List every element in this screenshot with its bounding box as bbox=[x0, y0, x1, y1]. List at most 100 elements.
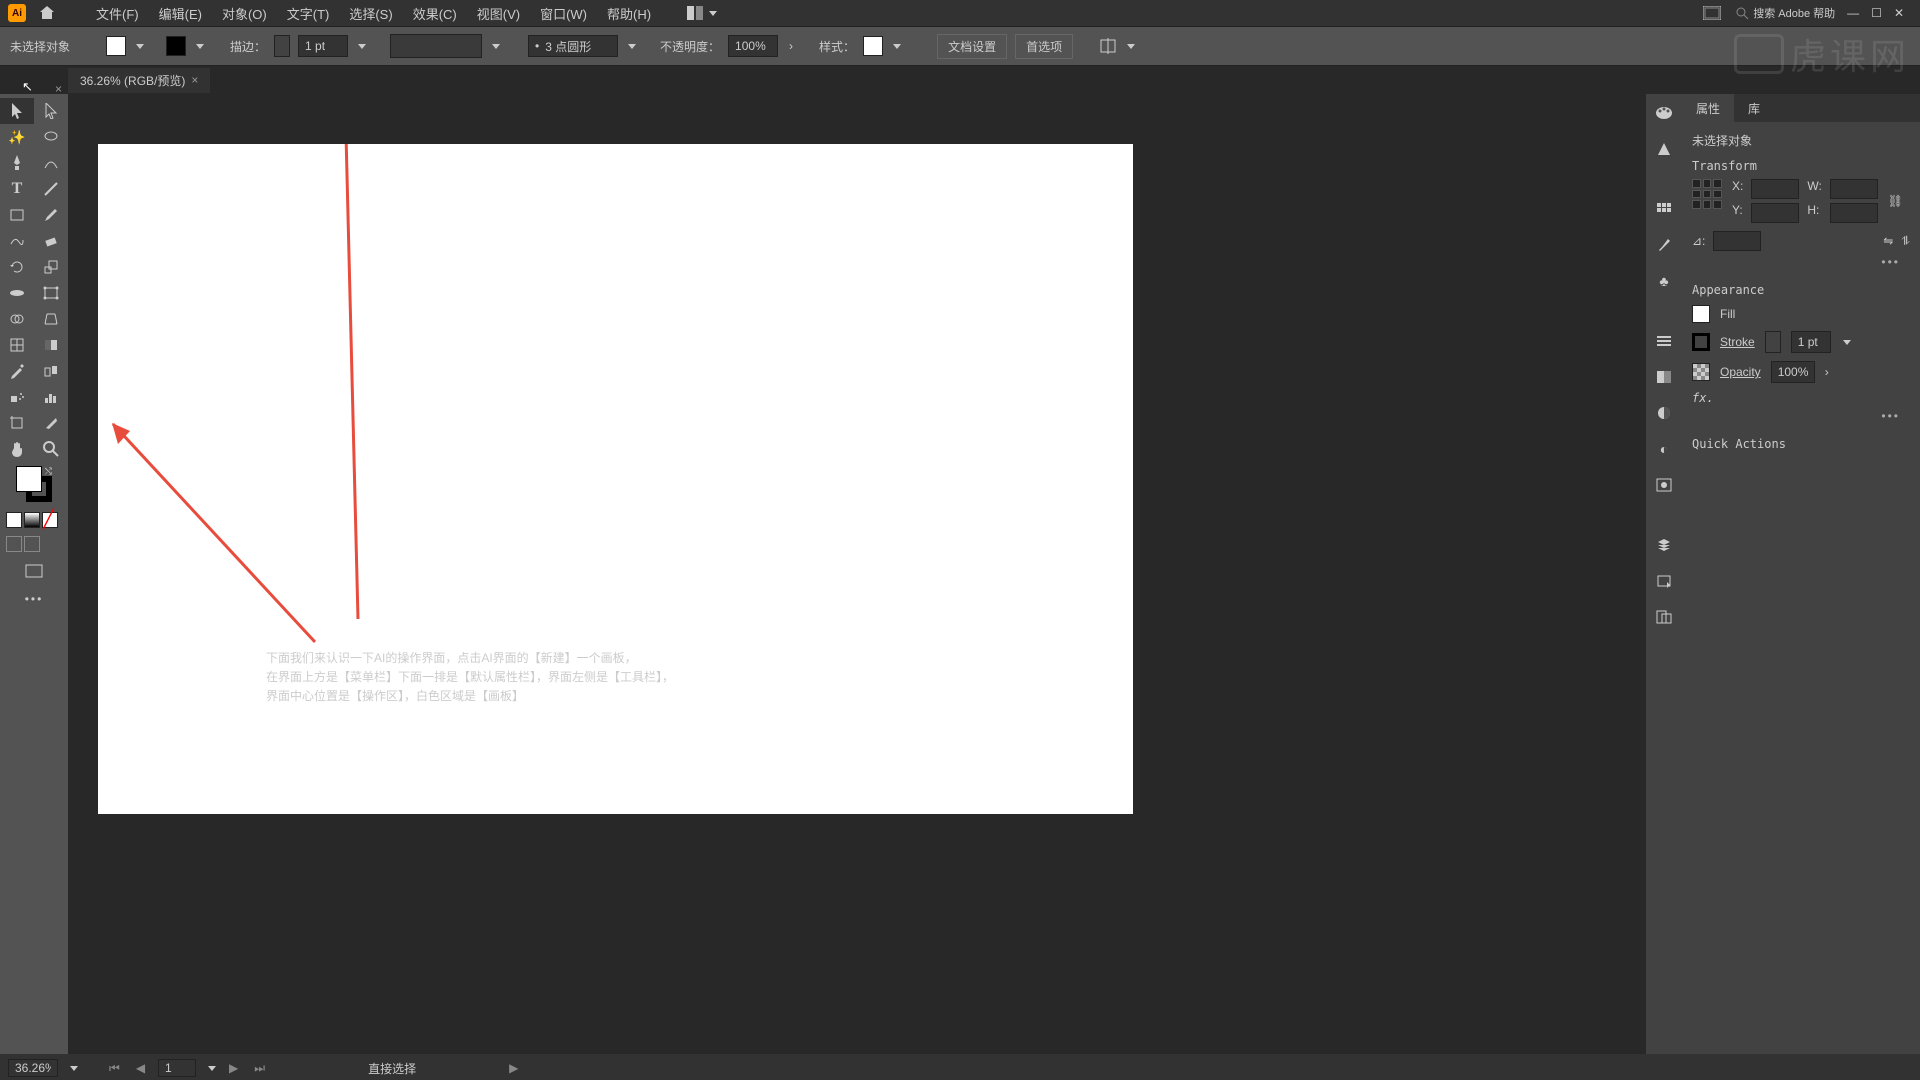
home-icon[interactable] bbox=[38, 4, 56, 22]
h-input[interactable] bbox=[1830, 203, 1878, 223]
gradient-tool[interactable] bbox=[34, 332, 68, 358]
tab-properties[interactable]: 属性 bbox=[1682, 94, 1734, 123]
reference-point[interactable] bbox=[1692, 179, 1722, 209]
close-icon[interactable]: ✕ bbox=[1894, 6, 1904, 20]
artboard-num-input[interactable] bbox=[158, 1059, 196, 1077]
menu-view[interactable]: 视图(V) bbox=[469, 0, 528, 27]
fill-stroke-selector[interactable]: ⤭ bbox=[16, 466, 52, 502]
opacity-input[interactable] bbox=[1771, 361, 1815, 383]
rotate-tool[interactable] bbox=[0, 254, 34, 280]
lasso-tool[interactable] bbox=[34, 124, 68, 150]
align-icon[interactable] bbox=[1099, 38, 1117, 54]
width-tool[interactable] bbox=[0, 280, 34, 306]
color-mode-icon[interactable] bbox=[6, 512, 22, 528]
zoom-input[interactable] bbox=[8, 1059, 58, 1077]
eyedropper-tool[interactable] bbox=[0, 358, 34, 384]
chevron-right-icon[interactable]: › bbox=[789, 39, 793, 53]
chevron-down-icon[interactable] bbox=[1843, 340, 1851, 345]
menu-edit[interactable]: 编辑(E) bbox=[151, 0, 210, 27]
chevron-right-icon[interactable]: › bbox=[1825, 365, 1829, 379]
tab-close-icon[interactable]: × bbox=[55, 82, 62, 96]
angle-input[interactable] bbox=[1713, 231, 1761, 251]
draw-normal-icon[interactable] bbox=[6, 536, 22, 552]
fill-color[interactable] bbox=[16, 466, 42, 492]
free-transform-tool[interactable] bbox=[34, 280, 68, 306]
transparency-panel-icon[interactable] bbox=[1653, 402, 1675, 424]
link-icon[interactable]: ⛓ bbox=[1888, 194, 1903, 208]
flip-v-icon[interactable]: ⥮ bbox=[1901, 234, 1910, 249]
chevron-down-icon[interactable] bbox=[492, 44, 500, 49]
line-tool[interactable] bbox=[34, 176, 68, 202]
chevron-down-icon[interactable] bbox=[70, 1066, 78, 1071]
w-input[interactable] bbox=[1830, 179, 1878, 199]
artboards-panel-icon[interactable] bbox=[1653, 606, 1675, 628]
stepper[interactable] bbox=[274, 35, 290, 57]
direct-selection-tool[interactable] bbox=[34, 98, 68, 124]
fill-swatch[interactable] bbox=[1692, 305, 1710, 323]
chevron-down-icon[interactable] bbox=[358, 44, 366, 49]
none-mode-icon[interactable]: ╱ bbox=[42, 512, 58, 528]
more-options-icon[interactable]: ••• bbox=[1692, 405, 1910, 427]
maximize-icon[interactable]: ☐ bbox=[1871, 6, 1882, 20]
scale-tool[interactable] bbox=[34, 254, 68, 280]
zoom-tool[interactable] bbox=[34, 436, 68, 462]
document-tab[interactable]: 36.26% (RGB/预览) × bbox=[68, 68, 210, 93]
blend-tool[interactable] bbox=[34, 358, 68, 384]
brushes-panel-icon[interactable] bbox=[1653, 234, 1675, 256]
tab-libraries[interactable]: 库 bbox=[1734, 94, 1774, 123]
canvas-area[interactable]: 下面我们来认识一下AI的操作界面，点击AI界面的【新建】一个画板， 在界面上方是… bbox=[68, 94, 1646, 1054]
x-input[interactable] bbox=[1751, 179, 1799, 199]
menu-file[interactable]: 文件(F) bbox=[88, 0, 147, 27]
chevron-down-icon[interactable] bbox=[1127, 44, 1135, 49]
menu-select[interactable]: 选择(S) bbox=[341, 0, 400, 27]
chevron-down-icon[interactable] bbox=[196, 44, 204, 49]
next-artboard-icon[interactable]: ▶ bbox=[226, 1061, 241, 1075]
selection-tool[interactable] bbox=[0, 98, 34, 124]
screen-mode-icon[interactable] bbox=[0, 558, 68, 584]
symbol-sprayer-tool[interactable] bbox=[0, 384, 34, 410]
menu-object[interactable]: 对象(O) bbox=[214, 0, 275, 27]
stepper[interactable] bbox=[1765, 331, 1781, 353]
first-artboard-icon[interactable]: ⏮ bbox=[106, 1061, 123, 1076]
swatches-panel-icon[interactable] bbox=[1653, 198, 1675, 220]
graphic-styles-panel-icon[interactable] bbox=[1653, 474, 1675, 496]
help-search[interactable]: 搜索 Adobe 帮助 bbox=[1735, 5, 1835, 21]
chevron-down-icon[interactable] bbox=[709, 11, 717, 16]
prefs-button[interactable]: 首选项 bbox=[1015, 34, 1073, 59]
graph-tool[interactable] bbox=[34, 384, 68, 410]
prev-artboard-icon[interactable]: ◀ bbox=[133, 1061, 148, 1075]
play-icon[interactable]: ▶ bbox=[506, 1061, 521, 1075]
stroke-weight-input[interactable] bbox=[1791, 331, 1831, 353]
arrange-docs-icon[interactable] bbox=[1703, 6, 1721, 20]
stroke-swatch[interactable] bbox=[1692, 333, 1710, 351]
magic-wand-tool[interactable]: ✨ bbox=[0, 124, 34, 150]
y-input[interactable] bbox=[1751, 203, 1799, 223]
curvature-tool[interactable] bbox=[34, 150, 68, 176]
fill-swatch[interactable] bbox=[106, 36, 126, 56]
more-options-icon[interactable]: ••• bbox=[1692, 251, 1910, 273]
gradient-mode-icon[interactable] bbox=[24, 512, 40, 528]
chevron-down-icon[interactable] bbox=[136, 44, 144, 49]
perspective-tool[interactable] bbox=[34, 306, 68, 332]
menu-window[interactable]: 窗口(W) bbox=[532, 0, 595, 27]
stroke-profile[interactable] bbox=[390, 34, 482, 58]
color-guide-panel-icon[interactable] bbox=[1653, 138, 1675, 160]
rectangle-tool[interactable] bbox=[0, 202, 34, 228]
asset-export-panel-icon[interactable] bbox=[1653, 570, 1675, 592]
hand-tool[interactable] bbox=[0, 436, 34, 462]
symbols-panel-icon[interactable]: ♣ bbox=[1653, 270, 1675, 292]
chevron-down-icon[interactable] bbox=[208, 1066, 216, 1071]
stroke-panel-icon[interactable] bbox=[1653, 330, 1675, 352]
brush-select[interactable]: •3 点圆形 bbox=[528, 35, 618, 57]
menu-effect[interactable]: 效果(C) bbox=[405, 0, 465, 27]
style-swatch[interactable] bbox=[863, 36, 883, 56]
flip-h-icon[interactable]: ⇋ bbox=[1883, 234, 1893, 248]
appearance-panel-icon[interactable]: ◐ bbox=[1653, 438, 1675, 460]
color-panel-icon[interactable] bbox=[1653, 102, 1675, 124]
mesh-tool[interactable] bbox=[0, 332, 34, 358]
slice-tool[interactable] bbox=[34, 410, 68, 436]
paintbrush-tool[interactable] bbox=[34, 202, 68, 228]
draw-behind-icon[interactable] bbox=[24, 536, 40, 552]
menu-type[interactable]: 文字(T) bbox=[279, 0, 338, 27]
fx-label[interactable]: fx. bbox=[1692, 391, 1910, 405]
